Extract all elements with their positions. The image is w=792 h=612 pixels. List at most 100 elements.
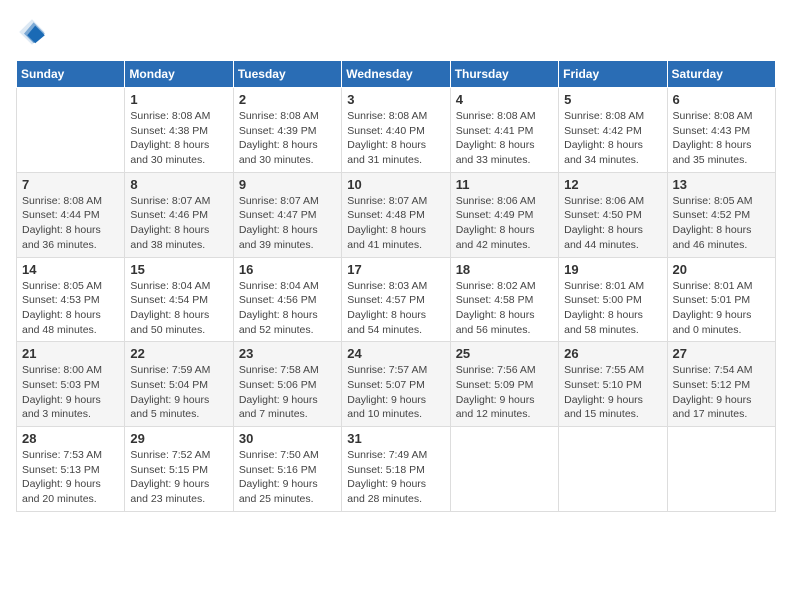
- day-of-week-header: Tuesday: [233, 61, 341, 88]
- calendar-cell: [17, 88, 125, 173]
- day-number: 25: [456, 346, 553, 361]
- calendar-cell: 13Sunrise: 8:05 AM Sunset: 4:52 PM Dayli…: [667, 172, 775, 257]
- day-info: Sunrise: 7:59 AM Sunset: 5:04 PM Dayligh…: [130, 363, 227, 422]
- day-info: Sunrise: 8:01 AM Sunset: 5:00 PM Dayligh…: [564, 279, 661, 338]
- day-info: Sunrise: 7:52 AM Sunset: 5:15 PM Dayligh…: [130, 448, 227, 507]
- calendar-cell: 15 Sunrise: 8:04 AM Sunset: 4:54 PM Dayli…: [125, 257, 233, 342]
- day-info: Sunrise: 8:08 AM Sunset: 4:42 PM Dayligh…: [564, 109, 661, 168]
- day-number: 2: [239, 92, 336, 107]
- day-number: 11: [456, 177, 553, 192]
- day-number: 7: [22, 177, 119, 192]
- day-number: 23: [239, 346, 336, 361]
- day-info: Sunrise: 7:56 AM Sunset: 5:09 PM Dayligh…: [456, 363, 553, 422]
- day-of-week-header: Thursday: [450, 61, 558, 88]
- day-info: Sunrise: 8:04 AM Sunset: 4:56 PM Dayligh…: [239, 279, 336, 338]
- day-info: Sunrise: 7:50 AM Sunset: 5:16 PM Dayligh…: [239, 448, 336, 507]
- day-of-week-header: Friday: [559, 61, 667, 88]
- calendar-cell: 6 Sunrise: 8:08 AM Sunset: 4:43 PM Daylig…: [667, 88, 775, 173]
- day-number: 22: [130, 346, 227, 361]
- calendar-week-row: 1Sunrise: 8:08 AM Sunset: 4:38 PM Daylig…: [17, 88, 776, 173]
- day-number: 10: [347, 177, 444, 192]
- calendar-cell: 29Sunrise: 7:52 AM Sunset: 5:15 PM Dayli…: [125, 427, 233, 512]
- calendar-cell: 3Sunrise: 8:08 AM Sunset: 4:40 PM Daylig…: [342, 88, 450, 173]
- calendar-cell: 23 Sunrise: 7:58 AM Sunset: 5:06 PM Dayli…: [233, 342, 341, 427]
- calendar-cell: 1Sunrise: 8:08 AM Sunset: 4:38 PM Daylig…: [125, 88, 233, 173]
- day-info: Sunrise: 7:49 AM Sunset: 5:18 PM Dayligh…: [347, 448, 444, 507]
- calendar-cell: 9 Sunrise: 8:07 AM Sunset: 4:47 PM Daylig…: [233, 172, 341, 257]
- day-info: Sunrise: 8:08 AM Sunset: 4:43 PM Dayligh…: [673, 109, 770, 168]
- day-info: Sunrise: 8:00 AM Sunset: 5:03 PM Dayligh…: [22, 363, 119, 422]
- day-info: Sunrise: 8:06 AM Sunset: 4:49 PM Dayligh…: [456, 194, 553, 253]
- day-number: 19: [564, 262, 661, 277]
- day-info: Sunrise: 8:02 AM Sunset: 4:58 PM Dayligh…: [456, 279, 553, 338]
- logo: [16, 16, 52, 48]
- calendar-cell: 19 Sunrise: 8:01 AM Sunset: 5:00 PM Dayli…: [559, 257, 667, 342]
- calendar-cell: 12 Sunrise: 8:06 AM Sunset: 4:50 PM Dayli…: [559, 172, 667, 257]
- day-number: 30: [239, 431, 336, 446]
- calendar-cell: [559, 427, 667, 512]
- day-of-week-header: Wednesday: [342, 61, 450, 88]
- day-info: Sunrise: 8:08 AM Sunset: 4:44 PM Dayligh…: [22, 194, 119, 253]
- calendar-cell: 2 Sunrise: 8:08 AM Sunset: 4:39 PM Daylig…: [233, 88, 341, 173]
- calendar-header: SundayMondayTuesdayWednesdayThursdayFrid…: [17, 61, 776, 88]
- calendar-body: 1Sunrise: 8:08 AM Sunset: 4:38 PM Daylig…: [17, 88, 776, 512]
- calendar-cell: 22 Sunrise: 7:59 AM Sunset: 5:04 PM Dayli…: [125, 342, 233, 427]
- calendar-cell: 28 Sunrise: 7:53 AM Sunset: 5:13 PM Dayli…: [17, 427, 125, 512]
- day-of-week-header: Monday: [125, 61, 233, 88]
- day-number: 5: [564, 92, 661, 107]
- day-number: 26: [564, 346, 661, 361]
- day-info: Sunrise: 8:05 AM Sunset: 4:52 PM Dayligh…: [673, 194, 770, 253]
- day-number: 8: [130, 177, 227, 192]
- day-number: 12: [564, 177, 661, 192]
- day-number: 9: [239, 177, 336, 192]
- calendar-cell: 24 Sunrise: 7:57 AM Sunset: 5:07 PM Dayli…: [342, 342, 450, 427]
- logo-icon: [16, 16, 48, 48]
- day-info: Sunrise: 7:54 AM Sunset: 5:12 PM Dayligh…: [673, 363, 770, 422]
- day-number: 21: [22, 346, 119, 361]
- calendar: SundayMondayTuesdayWednesdayThursdayFrid…: [16, 60, 776, 512]
- day-number: 24: [347, 346, 444, 361]
- day-number: 27: [673, 346, 770, 361]
- day-number: 20: [673, 262, 770, 277]
- day-info: Sunrise: 8:08 AM Sunset: 4:39 PM Dayligh…: [239, 109, 336, 168]
- calendar-week-row: 14Sunrise: 8:05 AM Sunset: 4:53 PM Dayli…: [17, 257, 776, 342]
- day-number: 4: [456, 92, 553, 107]
- day-info: Sunrise: 7:57 AM Sunset: 5:07 PM Dayligh…: [347, 363, 444, 422]
- day-info: Sunrise: 8:07 AM Sunset: 4:47 PM Dayligh…: [239, 194, 336, 253]
- day-info: Sunrise: 7:53 AM Sunset: 5:13 PM Dayligh…: [22, 448, 119, 507]
- calendar-cell: 16 Sunrise: 8:04 AM Sunset: 4:56 PM Dayli…: [233, 257, 341, 342]
- calendar-cell: 10 Sunrise: 8:07 AM Sunset: 4:48 PM Dayli…: [342, 172, 450, 257]
- calendar-cell: 25 Sunrise: 7:56 AM Sunset: 5:09 PM Dayli…: [450, 342, 558, 427]
- day-info: Sunrise: 8:06 AM Sunset: 4:50 PM Dayligh…: [564, 194, 661, 253]
- day-info: Sunrise: 8:08 AM Sunset: 4:40 PM Dayligh…: [347, 109, 444, 168]
- calendar-cell: 7 Sunrise: 8:08 AM Sunset: 4:44 PM Daylig…: [17, 172, 125, 257]
- day-info: Sunrise: 8:07 AM Sunset: 4:46 PM Dayligh…: [130, 194, 227, 253]
- calendar-cell: 27 Sunrise: 7:54 AM Sunset: 5:12 PM Dayli…: [667, 342, 775, 427]
- page-header: [16, 16, 776, 48]
- calendar-cell: 21 Sunrise: 8:00 AM Sunset: 5:03 PM Dayli…: [17, 342, 125, 427]
- day-number: 15: [130, 262, 227, 277]
- day-number: 28: [22, 431, 119, 446]
- day-info: Sunrise: 8:04 AM Sunset: 4:54 PM Dayligh…: [130, 279, 227, 338]
- day-info: Sunrise: 8:08 AM Sunset: 4:38 PM Dayligh…: [130, 109, 227, 168]
- calendar-cell: [450, 427, 558, 512]
- calendar-cell: [667, 427, 775, 512]
- calendar-week-row: 21 Sunrise: 8:00 AM Sunset: 5:03 PM Dayli…: [17, 342, 776, 427]
- day-info: Sunrise: 8:07 AM Sunset: 4:48 PM Dayligh…: [347, 194, 444, 253]
- calendar-cell: 4 Sunrise: 8:08 AM Sunset: 4:41 PM Daylig…: [450, 88, 558, 173]
- day-number: 18: [456, 262, 553, 277]
- day-of-week-header: Saturday: [667, 61, 775, 88]
- day-number: 31: [347, 431, 444, 446]
- day-of-week-header: Sunday: [17, 61, 125, 88]
- calendar-cell: 17Sunrise: 8:03 AM Sunset: 4:57 PM Dayli…: [342, 257, 450, 342]
- day-info: Sunrise: 8:05 AM Sunset: 4:53 PM Dayligh…: [22, 279, 119, 338]
- day-number: 16: [239, 262, 336, 277]
- day-info: Sunrise: 7:58 AM Sunset: 5:06 PM Dayligh…: [239, 363, 336, 422]
- day-info: Sunrise: 8:03 AM Sunset: 4:57 PM Dayligh…: [347, 279, 444, 338]
- calendar-cell: 31 Sunrise: 7:49 AM Sunset: 5:18 PM Dayli…: [342, 427, 450, 512]
- day-number: 6: [673, 92, 770, 107]
- calendar-cell: 14Sunrise: 8:05 AM Sunset: 4:53 PM Dayli…: [17, 257, 125, 342]
- day-info: Sunrise: 7:55 AM Sunset: 5:10 PM Dayligh…: [564, 363, 661, 422]
- day-info: Sunrise: 8:08 AM Sunset: 4:41 PM Dayligh…: [456, 109, 553, 168]
- calendar-cell: 20Sunrise: 8:01 AM Sunset: 5:01 PM Dayli…: [667, 257, 775, 342]
